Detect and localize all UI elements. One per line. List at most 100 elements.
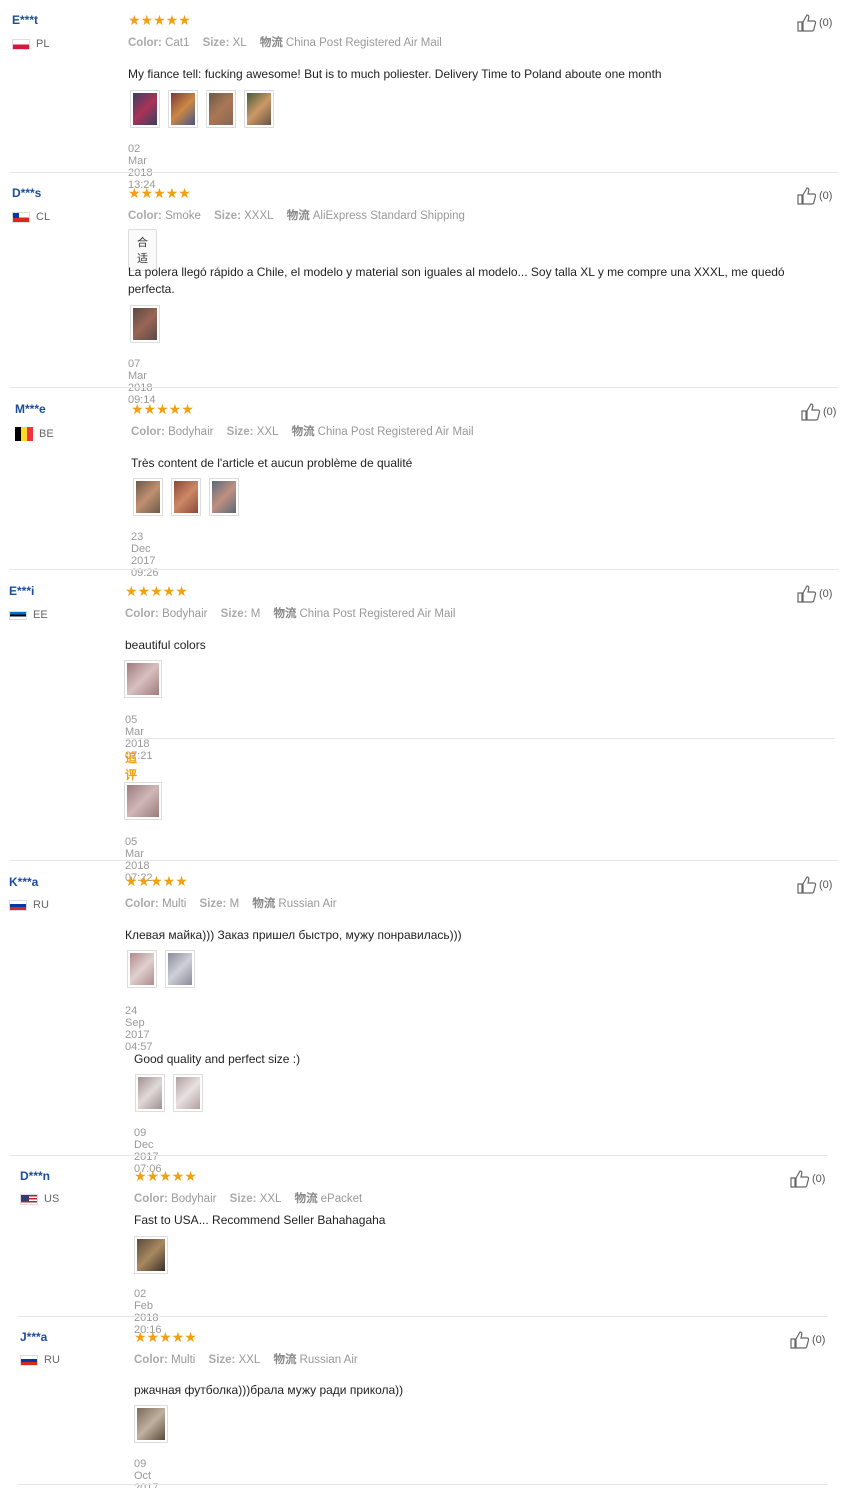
- buyer-country: BE: [15, 427, 54, 441]
- color-value: Multi: [171, 1354, 196, 1366]
- review-date: 02 Mar 2018 13:24: [128, 143, 156, 191]
- review-photo[interactable]: [124, 660, 162, 698]
- buyer-country: EE: [9, 609, 48, 621]
- review-photos: [130, 305, 160, 343]
- review-photo[interactable]: [134, 1405, 168, 1443]
- buyer-name: J***a: [20, 1330, 48, 1344]
- country-code: RU: [44, 1354, 60, 1366]
- size-value: M: [229, 898, 240, 910]
- logistics-value: AliExpress Standard Shipping: [312, 210, 465, 222]
- review-date: 07 Mar 2018 09:14: [128, 358, 156, 406]
- review-photo[interactable]: [173, 1074, 203, 1112]
- order-info: Color: Cat1 Size: XL 物流 China Post Regist…: [128, 34, 452, 50]
- order-info: Color: Bodyhair Size: XXL 物流 China Post R…: [131, 423, 484, 439]
- divider: [18, 1484, 828, 1485]
- buyer-country: RU: [20, 1354, 60, 1366]
- order-info: Color: Multi Size: M 物流 Russian Air: [125, 895, 347, 911]
- helpful-button[interactable]: (0): [797, 14, 832, 32]
- country-code: PL: [36, 38, 50, 50]
- size-label: Size:: [214, 210, 241, 222]
- flag-icon: [12, 211, 30, 223]
- thumbs-up-icon: [797, 187, 817, 205]
- review-photo[interactable]: [171, 478, 201, 516]
- review-text: ржачная футболка)))брала мужу ради прико…: [134, 1383, 404, 1397]
- thumbs-up-icon: [797, 585, 817, 603]
- followup-photos: [124, 782, 162, 820]
- size-label: Size:: [199, 898, 227, 910]
- review-photo[interactable]: [124, 782, 162, 820]
- helpful-button[interactable]: (0): [797, 585, 832, 603]
- review-text: beautiful colors: [125, 638, 206, 652]
- divider: [10, 1155, 828, 1156]
- review-text: My fiance tell: fucking awesome! But is …: [128, 67, 662, 81]
- buyer-name: E***i: [9, 584, 35, 598]
- country-code: RU: [33, 899, 49, 911]
- star-rating: ★★★★★: [131, 401, 194, 417]
- size-label: Size:: [208, 1354, 236, 1366]
- review-date: 23 Dec 2017 09:26: [131, 531, 159, 579]
- like-count: (0): [812, 1334, 826, 1346]
- size-value: XXL: [259, 1193, 282, 1205]
- review-text: Fast to USA... Recommend Seller Bahahaga…: [134, 1213, 386, 1227]
- review-photo[interactable]: [165, 950, 195, 988]
- like-count: (0): [819, 879, 833, 891]
- helpful-button[interactable]: (0): [790, 1170, 825, 1188]
- size-value: XL: [232, 37, 247, 49]
- color-value: Smoke: [165, 210, 201, 222]
- review-photo[interactable]: [135, 1074, 165, 1112]
- divider: [125, 738, 835, 739]
- review-photo[interactable]: [209, 478, 239, 516]
- flag-icon: [9, 899, 27, 911]
- divider: [10, 860, 838, 861]
- like-count: (0): [819, 588, 833, 600]
- thumbs-up-icon: [797, 876, 817, 894]
- review-photo[interactable]: [133, 478, 163, 516]
- helpful-button[interactable]: (0): [797, 876, 832, 894]
- review-photos: [134, 1405, 168, 1443]
- size-value: XXXL: [244, 210, 274, 222]
- review-photo[interactable]: [168, 90, 198, 128]
- logistics-value: Russian Air: [278, 898, 337, 910]
- country-code: US: [44, 1193, 60, 1205]
- like-count: (0): [812, 1173, 826, 1185]
- helpful-button[interactable]: (0): [797, 187, 832, 205]
- buyer-name: K***a: [9, 875, 39, 889]
- star-rating: ★★★★★: [134, 1329, 197, 1345]
- helpful-button[interactable]: (0): [801, 403, 836, 421]
- logistics-label: 物流: [273, 608, 297, 620]
- buyer-name: E***t: [12, 13, 39, 27]
- review-date: 24 Sep 2017 04:57: [125, 1005, 153, 1053]
- review-photos: [124, 660, 162, 698]
- color-label: Color:: [125, 898, 159, 910]
- like-count: (0): [819, 17, 833, 29]
- divider: [10, 172, 838, 173]
- color-value: Cat1: [165, 37, 190, 49]
- flag-icon: [9, 610, 27, 620]
- size-value: XXL: [256, 426, 279, 438]
- review-text: Клевая майка))) Заказ пришел быстро, муж…: [125, 928, 462, 942]
- helpful-button[interactable]: (0): [790, 1331, 825, 1349]
- review-photos: [127, 950, 195, 988]
- review-photo[interactable]: [130, 305, 160, 343]
- review-photo[interactable]: [206, 90, 236, 128]
- flag-icon: [20, 1193, 38, 1205]
- review-photo[interactable]: [244, 90, 274, 128]
- logistics-label: 物流: [294, 1193, 318, 1205]
- review-photos: [133, 478, 239, 516]
- country-code: BE: [39, 428, 54, 440]
- review-photo[interactable]: [130, 90, 160, 128]
- color-value: Bodyhair: [168, 426, 214, 438]
- review-photo[interactable]: [127, 950, 157, 988]
- size-label: Size:: [220, 608, 248, 620]
- like-count: (0): [823, 406, 837, 418]
- color-label: Color:: [128, 37, 162, 49]
- flag-icon: [15, 427, 33, 441]
- review-photos: [130, 90, 274, 128]
- order-info: Color: Smoke Size: XXXL 物流 AliExpress Sta…: [128, 207, 475, 223]
- followup-label: 追评: [125, 751, 138, 782]
- review-photo[interactable]: [134, 1236, 168, 1274]
- size-value: M: [250, 608, 261, 620]
- logistics-value: Russian Air: [299, 1354, 358, 1366]
- divider: [18, 1316, 828, 1317]
- star-rating: ★★★★★: [128, 185, 191, 201]
